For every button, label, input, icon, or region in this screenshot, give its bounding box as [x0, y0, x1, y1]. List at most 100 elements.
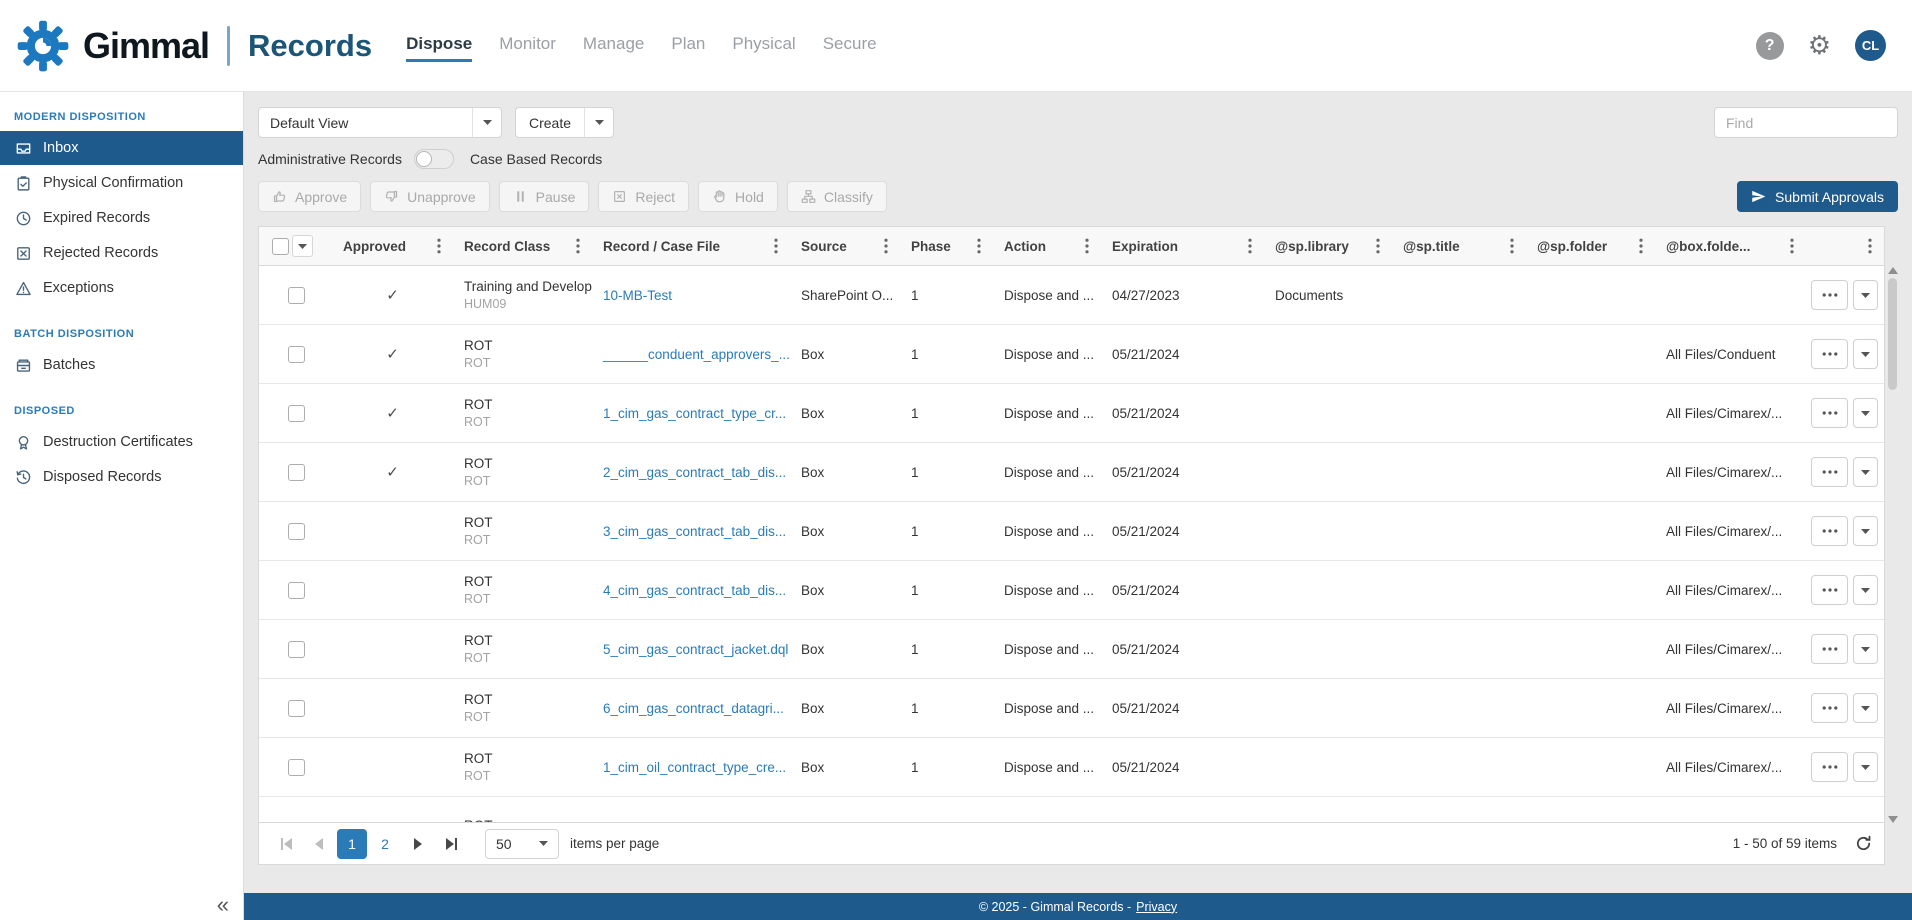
- record-file-link[interactable]: 5_cim_gas_contract_jacket.dql: [603, 642, 788, 657]
- sidebar-item-expired-records[interactable]: Expired Records: [0, 201, 243, 235]
- column-menu-icon[interactable]: [974, 236, 984, 256]
- record-file-link[interactable]: 3_cim_gas_contract_tab_dis...: [603, 524, 786, 539]
- vertical-scrollbar[interactable]: [1886, 267, 1899, 823]
- column-header-sp-folder[interactable]: @sp.folder: [1526, 227, 1655, 265]
- row-more-button[interactable]: [1811, 280, 1848, 310]
- row-more-button[interactable]: [1811, 457, 1848, 487]
- column-menu-icon[interactable]: [1507, 236, 1517, 256]
- sidebar-item-batches[interactable]: Batches: [0, 348, 243, 382]
- column-menu-icon[interactable]: [434, 236, 444, 256]
- avatar[interactable]: CL: [1855, 30, 1886, 61]
- create-button[interactable]: Create: [515, 107, 614, 138]
- sidebar-item-physical-confirmation[interactable]: Physical Confirmation: [0, 166, 243, 200]
- row-checkbox[interactable]: [288, 405, 305, 422]
- unapprove-button[interactable]: Unapprove: [370, 181, 490, 212]
- record-file-link[interactable]: 1_cim_oil_contract_type_cre...: [603, 760, 786, 775]
- row-checkbox[interactable]: [288, 582, 305, 599]
- column-header-expiration[interactable]: Expiration: [1101, 227, 1264, 265]
- sidebar-collapse-button[interactable]: «: [217, 894, 229, 916]
- column-header-sp-library[interactable]: @sp.library: [1264, 227, 1392, 265]
- row-checkbox[interactable]: [288, 346, 305, 363]
- column-menu-icon[interactable]: [1082, 236, 1092, 256]
- sidebar-item-disposed-records[interactable]: Disposed Records: [0, 460, 243, 494]
- row-checkbox[interactable]: [288, 523, 305, 540]
- row-checkbox[interactable]: [288, 700, 305, 717]
- submit-approvals-button[interactable]: Submit Approvals: [1737, 181, 1898, 212]
- last-page-button[interactable]: [436, 829, 466, 859]
- column-menu-icon[interactable]: [1373, 236, 1383, 256]
- column-header-sp-title[interactable]: @sp.title: [1392, 227, 1526, 265]
- column-menu-icon[interactable]: [1787, 236, 1797, 256]
- gimmal-logo[interactable]: Gimmal Records: [16, 19, 372, 73]
- sidebar-item-destruction-certificates[interactable]: Destruction Certificates: [0, 425, 243, 459]
- nav-manage[interactable]: Manage: [583, 34, 644, 62]
- privacy-link[interactable]: Privacy: [1136, 900, 1177, 914]
- column-menu-icon[interactable]: [881, 236, 891, 256]
- column-header-box-folde[interactable]: @box.folde...: [1655, 227, 1806, 265]
- row-dropdown-button[interactable]: [1853, 634, 1878, 664]
- row-more-button[interactable]: [1811, 398, 1848, 428]
- record-file-link[interactable]: 2_cim_gas_contract_tab_dis...: [603, 465, 786, 480]
- row-dropdown-button[interactable]: [1853, 457, 1878, 487]
- nav-plan[interactable]: Plan: [671, 34, 705, 62]
- nav-monitor[interactable]: Monitor: [499, 34, 556, 62]
- column-menu-icon[interactable]: [771, 236, 781, 256]
- records-mode-toggle[interactable]: [414, 149, 454, 169]
- row-more-button[interactable]: [1811, 634, 1848, 664]
- page-size-arrow-icon[interactable]: [529, 829, 558, 858]
- column-header-phase[interactable]: Phase: [900, 227, 993, 265]
- record-file-link[interactable]: 10-MB-Test: [603, 288, 672, 303]
- row-checkbox[interactable]: [288, 641, 305, 658]
- row-more-button[interactable]: [1811, 339, 1848, 369]
- row-more-button[interactable]: [1811, 575, 1848, 605]
- nav-dispose[interactable]: Dispose: [406, 34, 472, 62]
- column-menu-icon[interactable]: [573, 236, 583, 256]
- column-header-record-class[interactable]: Record Class: [453, 227, 592, 265]
- prev-page-button[interactable]: [304, 829, 334, 859]
- next-page-button[interactable]: [403, 829, 433, 859]
- row-more-button[interactable]: [1811, 752, 1848, 782]
- reject-button[interactable]: Reject: [598, 181, 689, 212]
- classify-button[interactable]: Classify: [787, 181, 887, 212]
- create-dropdown-arrow-icon[interactable]: [584, 108, 613, 137]
- gear-icon[interactable]: ⚙: [1808, 33, 1831, 59]
- row-dropdown-button[interactable]: [1853, 280, 1878, 310]
- approve-button[interactable]: Approve: [258, 181, 361, 212]
- scroll-up-icon[interactable]: [1888, 267, 1898, 274]
- chevron-down-icon[interactable]: [472, 108, 501, 137]
- column-menu-icon[interactable]: [1245, 236, 1255, 256]
- sidebar-item-inbox[interactable]: Inbox: [0, 131, 243, 165]
- row-dropdown-button[interactable]: [1853, 339, 1878, 369]
- row-dropdown-button[interactable]: [1853, 516, 1878, 546]
- grid-menu-icon[interactable]: [1865, 236, 1875, 256]
- column-menu-icon[interactable]: [1636, 236, 1646, 256]
- refresh-icon[interactable]: [1855, 835, 1872, 852]
- column-header-approved[interactable]: Approved: [332, 227, 453, 265]
- row-dropdown-button[interactable]: [1853, 752, 1878, 782]
- row-checkbox[interactable]: [288, 464, 305, 481]
- record-file-link[interactable]: ______conduent_approvers_...: [603, 347, 790, 362]
- nav-physical[interactable]: Physical: [732, 34, 795, 62]
- row-dropdown-button[interactable]: [1853, 398, 1878, 428]
- hold-button[interactable]: Hold: [698, 181, 778, 212]
- sidebar-item-rejected-records[interactable]: Rejected Records: [0, 236, 243, 270]
- record-file-link[interactable]: 6_cim_gas_contract_datagri...: [603, 701, 784, 716]
- record-file-link[interactable]: 1_cim_gas_contract_type_cr...: [603, 406, 786, 421]
- row-dropdown-button[interactable]: [1853, 575, 1878, 605]
- row-dropdown-button[interactable]: [1853, 693, 1878, 723]
- row-checkbox[interactable]: [288, 287, 305, 304]
- scroll-down-icon[interactable]: [1888, 816, 1898, 823]
- view-select[interactable]: Default View: [258, 107, 502, 138]
- record-file-link[interactable]: 4_cim_gas_contract_tab_dis...: [603, 583, 786, 598]
- pause-button[interactable]: Pause: [499, 181, 590, 212]
- page-button-1[interactable]: 1: [337, 829, 367, 859]
- select-options-arrow-icon[interactable]: [292, 235, 313, 257]
- select-all-checkbox[interactable]: [272, 238, 289, 255]
- sidebar-item-exceptions[interactable]: Exceptions: [0, 271, 243, 305]
- nav-secure[interactable]: Secure: [823, 34, 877, 62]
- help-icon[interactable]: ?: [1756, 32, 1784, 60]
- row-more-button[interactable]: [1811, 516, 1848, 546]
- page-button-2[interactable]: 2: [370, 829, 400, 859]
- row-more-button[interactable]: [1811, 693, 1848, 723]
- row-checkbox[interactable]: [288, 759, 305, 776]
